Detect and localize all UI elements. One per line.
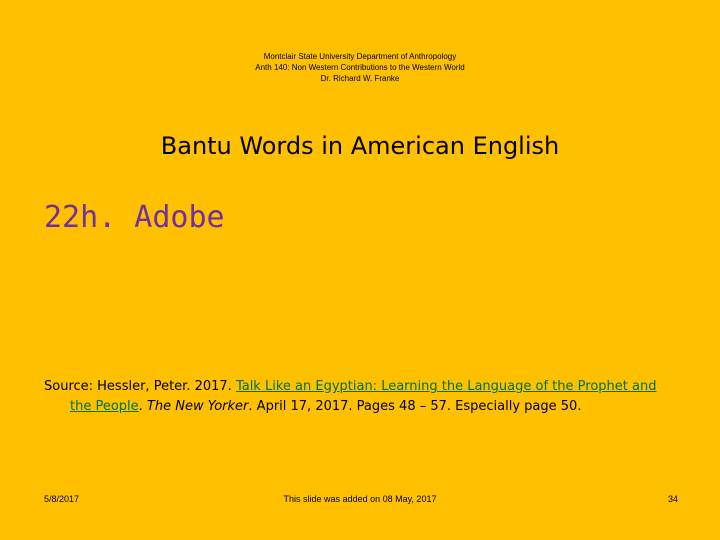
- header-instructor-line: Dr. Richard W. Franke: [320, 74, 400, 83]
- source-line-1: Source: Hessler, Peter. 2017. Talk Like …: [44, 377, 684, 397]
- source-citation: Source: Hessler, Peter. 2017. Talk Like …: [44, 377, 684, 417]
- source-suffix: . April 17, 2017. Pages 48 – 57. Especia…: [248, 399, 582, 414]
- footer-note: This slide was added on 08 May, 2017: [283, 494, 437, 504]
- source-publication: The New Yorker: [146, 399, 249, 414]
- source-separator: .: [138, 399, 147, 414]
- course-header: Montclair State University Department of…: [0, 51, 720, 84]
- source-article-link[interactable]: Talk Like an Egyptian: Learning the Lang…: [236, 379, 657, 394]
- slide-number: 34: [667, 494, 678, 504]
- header-course-line: Anth 140: Non Western Contributions to t…: [255, 63, 465, 72]
- header-university-line: Montclair State University Department of…: [263, 52, 457, 61]
- source-article-link-continued[interactable]: the People: [70, 399, 139, 414]
- source-prefix: Source: Hessler, Peter. 2017.: [44, 379, 236, 394]
- slide-subtitle: 22h. Adobe: [44, 200, 225, 235]
- slide-title: Bantu Words in American English: [160, 132, 560, 160]
- slide: Montclair State University Department of…: [0, 0, 720, 540]
- source-line-2: the People. The New Yorker. April 17, 20…: [44, 397, 684, 417]
